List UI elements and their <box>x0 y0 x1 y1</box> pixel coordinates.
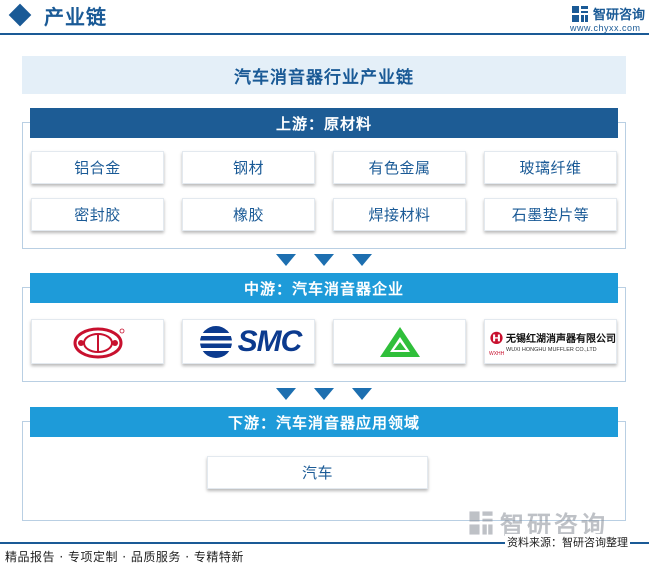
green-triangle-logo-icon <box>379 326 420 357</box>
chart-title-band: 汽车消音器行业产业链 <box>22 56 626 94</box>
brand: 智研咨询 <box>571 4 645 23</box>
company-logo-3 <box>333 319 466 364</box>
company-logo-4: 无锡红湖消声器有限公司 WUXI HONGHU MUFFLER CO.,LTD … <box>484 319 617 364</box>
diamond-icon <box>8 3 32 27</box>
source-note: 资料来源：智研咨询整理 <box>505 534 630 550</box>
flow-arrow-icon <box>314 388 334 400</box>
smc-logo-text: SMC <box>237 324 303 358</box>
flow-arrow-icon <box>276 388 296 400</box>
upstream-item: 石墨垫片等 <box>484 198 617 231</box>
watermark-logo-icon <box>469 510 493 535</box>
header-divider <box>0 33 649 35</box>
brand-logo-icon <box>572 5 588 22</box>
upstream-item: 橡胶 <box>182 198 315 231</box>
header: Industrial Chain 产业链 智研咨询 www.chyxx.com <box>0 0 649 40</box>
brand-url: www.chyxx.com <box>570 23 641 33</box>
flow-arrow-icon <box>276 254 296 266</box>
upstream-item: 焊接材料 <box>333 198 466 231</box>
wuxi-honghu-name-en: WUXI HONGHU MUFFLER CO.,LTD <box>506 347 597 353</box>
upstream-item: 钢材 <box>182 151 315 184</box>
header-title: 产业链 <box>44 5 107 29</box>
flow-arrow-icon <box>352 254 372 266</box>
red-ring-logo-icon <box>73 327 124 358</box>
wuxi-honghu-name-cn: 无锡红湖消声器有限公司 <box>506 334 616 345</box>
company-logo-1 <box>31 319 164 364</box>
upstream-item: 密封胶 <box>31 198 164 231</box>
brand-name: 智研咨询 <box>593 8 646 23</box>
upstream-item: 铝合金 <box>31 151 164 184</box>
flow-arrow-icon <box>352 388 372 400</box>
upstream-item: 玻璃纤维 <box>484 151 617 184</box>
upstream-item: 有色金属 <box>333 151 466 184</box>
downstream-item: 汽车 <box>207 456 428 489</box>
company-logo-2: SMC <box>182 319 315 364</box>
chart-title: 汽车消音器行业产业链 <box>234 67 414 88</box>
upstream-heading: 上游：原材料 <box>30 108 618 138</box>
wuxi-honghu-abbr: WXHH <box>489 351 505 357</box>
smc-logo-icon <box>199 325 232 358</box>
flow-arrow-icon <box>314 254 334 266</box>
downstream-heading: 下游：汽车消音器应用领域 <box>30 407 618 437</box>
footer-tags: 精品报告 · 专项定制 · 品质服务 · 专精特新 <box>5 550 244 564</box>
midstream-heading: 中游：汽车消音器企业 <box>30 273 618 303</box>
